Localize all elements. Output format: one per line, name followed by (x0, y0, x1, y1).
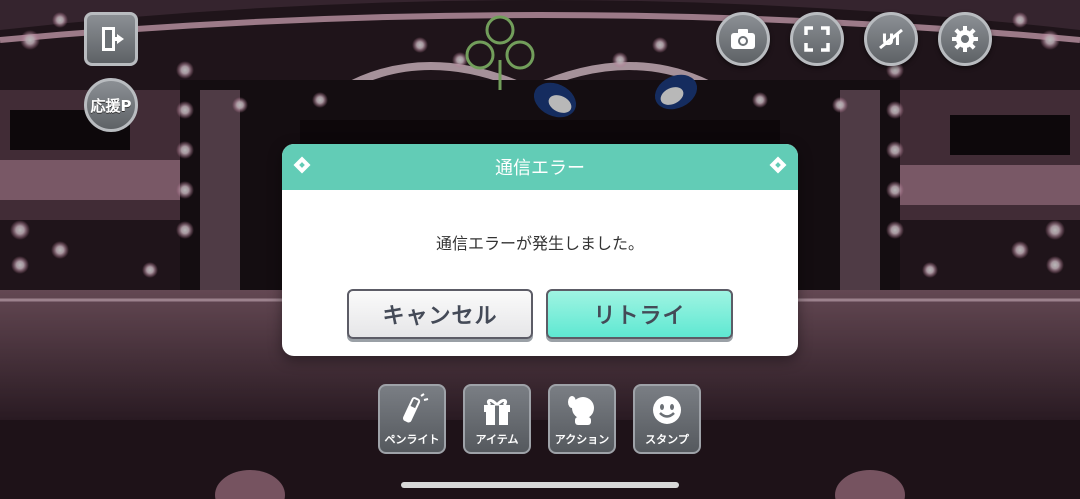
exit-button[interactable] (84, 12, 138, 66)
action-button[interactable]: アクション (548, 384, 616, 454)
settings-button[interactable] (938, 12, 992, 66)
camera-button[interactable] (716, 12, 770, 66)
home-indicator[interactable] (401, 482, 679, 488)
action-label: アクション (554, 433, 610, 446)
diamond-ornament-icon (293, 156, 311, 174)
gear-icon (952, 26, 978, 52)
item-button[interactable]: アイテム (463, 384, 531, 454)
stamp-label: スタンプ (645, 433, 689, 446)
exit-door-icon (102, 27, 124, 51)
gift-icon (484, 398, 510, 425)
dialog-header: 通信エラー (282, 144, 798, 190)
fullscreen-icon (804, 26, 830, 52)
hide-ui-button[interactable]: UI (864, 12, 918, 66)
dialog-title: 通信エラー (495, 158, 585, 179)
stamp-button[interactable]: スタンプ (633, 384, 701, 454)
camera-icon (731, 29, 755, 49)
penlight-icon (402, 393, 429, 423)
error-dialog: 通信エラー 通信エラーが発生しました。 キャンセル リトライ (282, 144, 798, 356)
diamond-ornament-icon (769, 156, 787, 174)
penlight-label: ペンライト (384, 433, 440, 446)
wave-hand-person-icon (568, 396, 594, 425)
support-points-button[interactable]: 応援P (84, 78, 138, 132)
hide-ui-icon: UI (879, 28, 903, 50)
smiley-icon (653, 396, 681, 424)
penlight-button[interactable]: ペンライト (378, 384, 446, 454)
fullscreen-button[interactable] (790, 12, 844, 66)
cancel-button[interactable]: キャンセル (347, 289, 533, 339)
retry-button[interactable]: リトライ (546, 289, 733, 339)
dialog-message: 通信エラーが発生しました。 (435, 234, 644, 253)
item-label: アイテム (475, 433, 519, 446)
